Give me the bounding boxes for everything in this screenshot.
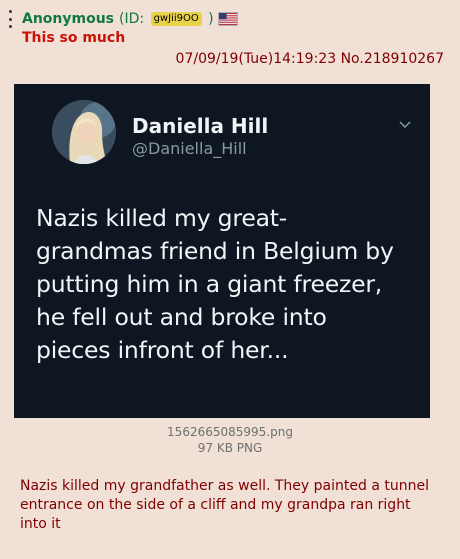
post-datetime-line: 07/09/19(Tue)14:19:23 No.218910267 (176, 51, 444, 67)
poster-id-wrapper: (ID: gwJii9OO ) (119, 11, 214, 27)
tweet-text-line: he fell out and broke into (36, 303, 327, 331)
tweet-avatar (52, 100, 116, 164)
poster-id[interactable]: gwJii9OO (150, 12, 202, 26)
post-comment: Nazis killed my grandfather as well. The… (20, 478, 429, 532)
tweet-text-line: pieces infront of her... (36, 336, 289, 364)
poster-id-prefix: (ID: (119, 11, 145, 27)
post-subject: This so much (22, 30, 126, 46)
tweet-text-line: putting him in a giant freezer, (36, 270, 383, 298)
tweet-display-name: Daniella Hill (132, 114, 269, 138)
post-menu-icon[interactable] (6, 10, 14, 28)
tweet-text-line: grandmas friend in Belgium by (36, 237, 394, 265)
post-header: Anonymous (ID: gwJii9OO ) (22, 9, 237, 29)
us-flag-icon (218, 13, 237, 25)
post-datetime: 07/09/19(Tue)14:19:23 (175, 51, 337, 67)
tweet-text: Nazis killed my great- grandmas friend i… (36, 202, 422, 367)
post-container: Anonymous (ID: gwJii9OO ) This so much 0… (0, 0, 460, 559)
tweet-text-line: Nazis killed my great- (36, 204, 288, 232)
post-image-thumbnail[interactable]: Daniella Hill @Daniella_Hill Nazis kille… (14, 84, 430, 418)
chevron-down-icon (399, 121, 411, 129)
post-number-link[interactable]: No.218910267 (341, 51, 444, 67)
file-name-link[interactable]: 1562665085995.png (0, 425, 460, 439)
poster-name: Anonymous (22, 11, 115, 27)
poster-id-suffix: ) (208, 11, 214, 27)
file-metadata: 97 KB PNG (197, 441, 263, 455)
tweet-handle: @Daniella_Hill (132, 139, 247, 158)
